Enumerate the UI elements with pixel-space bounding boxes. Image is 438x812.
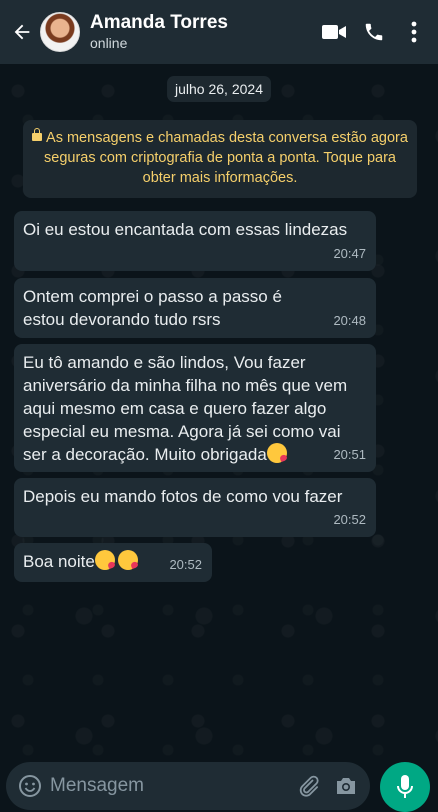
message-text: Oi eu estou encantada com essas lindezas	[23, 220, 348, 239]
emoji-icon[interactable]	[18, 774, 42, 798]
phone-icon	[365, 23, 383, 41]
kiss-emoji-icon	[117, 550, 138, 570]
chat-header: Amanda Torres online	[0, 0, 438, 64]
message-bubble[interactable]: Oi eu estou encantada com essas lindezas…	[14, 211, 376, 271]
attach-icon[interactable]	[296, 774, 320, 798]
message-input-placeholder: Mensagem	[50, 775, 144, 796]
message-bubble[interactable]: Ontem comprei o passo a passo é estou de…	[14, 278, 376, 338]
message-bubble[interactable]: Depois eu mando fotos de como vou fazer …	[14, 478, 376, 537]
message-time: 20:52	[333, 512, 366, 527]
contact-name: Amanda Torres	[90, 12, 228, 33]
voice-call-button[interactable]	[354, 12, 394, 52]
camera-icon[interactable]	[334, 775, 358, 797]
encryption-notice-text: As mensagens e chamadas desta conversa e…	[44, 130, 408, 186]
composer-bar: Mensagem	[0, 754, 438, 812]
video-call-button[interactable]	[314, 12, 354, 52]
message-time: 20:51	[333, 447, 366, 462]
back-button[interactable]	[4, 12, 40, 52]
message-bubble[interactable]: Eu tô amando e são lindos, Vou fazer ani…	[14, 344, 376, 472]
message-time: 20:48	[333, 313, 366, 328]
message-text: Boa noite	[23, 552, 95, 571]
more-vert-icon	[411, 21, 417, 43]
kiss-emoji-icon	[266, 443, 287, 463]
message-time: 20:47	[333, 246, 366, 261]
contact-status: online	[90, 35, 128, 51]
menu-button[interactable]	[394, 12, 434, 52]
mic-icon	[397, 775, 413, 798]
message-text: Ontem comprei o passo a passo é estou de…	[23, 287, 282, 329]
video-call-icon	[322, 25, 346, 39]
mic-button[interactable]	[380, 762, 430, 812]
lock-icon	[32, 128, 43, 141]
encryption-notice[interactable]: As mensagens e chamadas desta conversa e…	[23, 120, 417, 198]
message-text: Depois eu mando fotos de como vou fazer	[23, 487, 343, 506]
kiss-emoji-icon	[94, 550, 115, 570]
message-bubble[interactable]: Boa noite 20:52	[14, 543, 212, 582]
message-time: 20:52	[169, 557, 202, 572]
message-text: Eu tô amando e são lindos, Vou fazer ani…	[23, 353, 348, 464]
avatar[interactable]	[40, 12, 80, 52]
message-input[interactable]: Mensagem	[6, 762, 370, 810]
contact-info[interactable]: Amanda Torres online	[90, 12, 314, 52]
arrow-left-icon	[14, 24, 30, 40]
date-chip: julho 26, 2024	[167, 76, 271, 102]
